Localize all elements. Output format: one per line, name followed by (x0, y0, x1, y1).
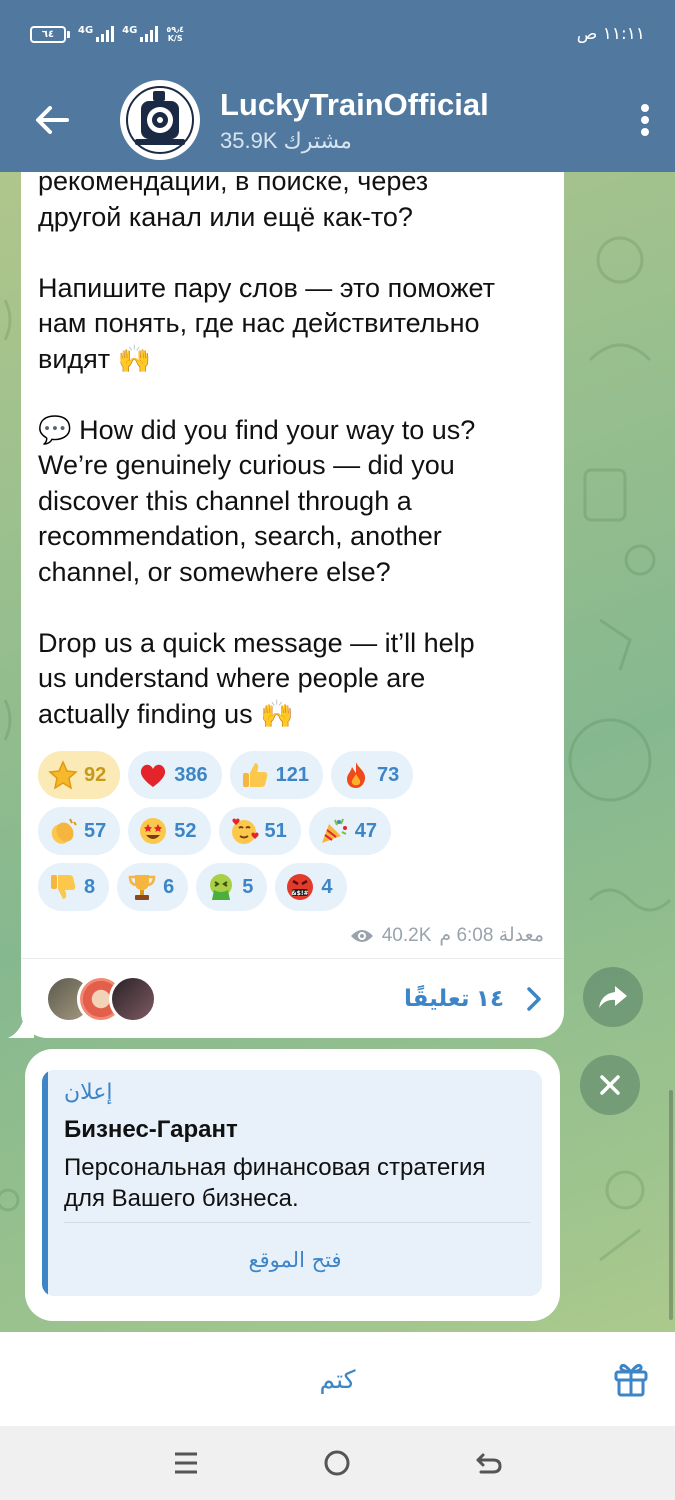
more-vertical-icon (641, 104, 649, 136)
reaction-count: 8 (84, 875, 96, 898)
reaction-cursing[interactable]: &$!# 4 (275, 863, 347, 911)
home-button[interactable] (317, 1443, 357, 1483)
reaction-count: 52 (174, 819, 197, 842)
comments-button[interactable]: ١٤ تعليقًا (21, 959, 564, 1038)
channel-bottom-bar: كتم (0, 1332, 675, 1426)
signal-1-icon: 4G (78, 25, 115, 42)
ad-description: Персональная финансовая стратегия для Ва… (64, 1154, 486, 1212)
speed-unit: K/S (167, 34, 183, 43)
post-time: معدلة 6:08 م (439, 925, 544, 946)
reaction-star[interactable]: 92 (38, 751, 121, 799)
battery-level: ٦٤ (30, 25, 66, 43)
clock: ١١:١١ ص (576, 24, 645, 44)
reaction-count: 6 (163, 875, 175, 898)
channel-avatar[interactable] (120, 80, 200, 160)
comments-count-label: ١٤ تعليقًا (403, 985, 504, 1011)
avatar (109, 974, 157, 1023)
thumbs-down-emoji-icon (48, 872, 78, 902)
gift-icon[interactable] (611, 1358, 651, 1398)
arrow-left-icon (36, 106, 69, 134)
subscriber-count: 35.9K مشترك (220, 128, 352, 153)
recent-apps-button[interactable] (166, 1443, 206, 1483)
channel-post[interactable]: рекомендации, в поиске, через другой кан… (21, 172, 564, 1038)
clapping-hands-emoji-icon (48, 816, 78, 846)
fire-emoji-icon (341, 760, 371, 790)
chat-header: LuckyTrainOfficial 35.9K مشترك (0, 68, 675, 172)
reaction-count: 4 (321, 875, 333, 898)
reaction-party[interactable]: 47 (308, 807, 391, 855)
mute-button[interactable]: كتم (319, 1365, 355, 1394)
reaction-vomit[interactable]: 5 (196, 863, 268, 911)
back-button[interactable] (0, 68, 104, 172)
status-bar: ٦٤ 4G 4G ٥٩٫٤ K/S ١١:١١ ص (0, 0, 675, 68)
open-site-button[interactable]: فتح الموقع (48, 1223, 542, 1296)
reaction-count: 73 (377, 763, 400, 786)
share-arrow-icon (599, 986, 627, 1008)
red-heart-emoji-icon (138, 760, 168, 790)
reaction-count: 51 (264, 819, 287, 842)
channel-info[interactable]: LuckyTrainOfficial 35.9K مشترك (220, 86, 615, 154)
svg-text:&$!#: &$!# (292, 890, 309, 897)
battery-icon: ٦٤ (30, 25, 70, 43)
close-icon (600, 1075, 620, 1095)
reactions: 92 386 121 73 57 52 51 47 8 6 5 &$!# 4 (38, 751, 553, 919)
reaction-star-struck[interactable]: 52 (128, 807, 211, 855)
menu-lines-icon (174, 1452, 197, 1474)
post-meta: 40.2K معدلة 6:08 م (350, 924, 544, 947)
reaction-count: 57 (84, 819, 107, 842)
network-type-1: 4G (78, 25, 94, 36)
commenter-avatars (45, 974, 165, 1023)
speed-value: ٥٩٫٤ (166, 25, 184, 34)
close-ad-button[interactable] (580, 1055, 640, 1115)
reaction-heart[interactable]: 386 (128, 751, 222, 799)
reaction-fire[interactable]: 73 (331, 751, 414, 799)
reaction-thumbs-down[interactable]: 8 (38, 863, 110, 911)
trophy-emoji-icon (127, 872, 157, 902)
ad-card[interactable]: إعلان Бизнес-Гарант Персональная финансо… (42, 1070, 542, 1296)
smiling-face-with-hearts-emoji-icon (229, 816, 259, 846)
thumbs-up-emoji-icon (240, 760, 270, 790)
reaction-row: 57 52 51 47 (38, 807, 553, 855)
channel-name: LuckyTrainOfficial (220, 87, 489, 122)
reaction-row: 92 386 121 73 (38, 751, 553, 799)
back-curve-icon (476, 1453, 502, 1474)
reaction-clap[interactable]: 57 (38, 807, 121, 855)
chevron-right-icon (504, 986, 564, 1011)
sponsored-message[interactable]: إعلان Бизнес-Гарант Персональная финансо… (25, 1049, 560, 1321)
signal-2-icon: 4G (122, 25, 159, 42)
star-emoji-icon (48, 760, 78, 790)
system-navigation-bar (0, 1426, 675, 1500)
post-text: рекомендации, в поиске, через другой кан… (38, 172, 496, 729)
status-icons: ٦٤ 4G 4G ٥٩٫٤ K/S (30, 25, 184, 43)
reaction-hearts-face[interactable]: 51 (218, 807, 301, 855)
network-speed: ٥٩٫٤ K/S (166, 25, 184, 43)
more-options-button[interactable] (615, 68, 675, 172)
reaction-trophy[interactable]: 6 (117, 863, 189, 911)
reaction-count: 47 (354, 819, 377, 842)
reaction-count: 92 (84, 763, 107, 786)
ad-label: إعلان (64, 1080, 113, 1105)
reaction-thumbs-up[interactable]: 121 (229, 751, 323, 799)
share-button[interactable] (583, 967, 643, 1027)
reaction-row: 8 6 5 &$!# 4 (38, 863, 553, 911)
train-logo-icon (126, 86, 194, 154)
reaction-count: 121 (275, 763, 309, 786)
cursing-face-emoji-icon: &$!# (285, 872, 315, 902)
network-type-2: 4G (122, 25, 138, 36)
view-count: 40.2K (381, 924, 432, 946)
reaction-count: 5 (242, 875, 254, 898)
ad-title: Бизнес-Гарант (64, 1116, 238, 1143)
star-struck-emoji-icon (138, 816, 168, 846)
reaction-count: 386 (174, 763, 208, 786)
scrollbar[interactable] (669, 1090, 673, 1320)
system-back-button[interactable] (469, 1443, 509, 1483)
circle-home-icon (324, 1450, 350, 1476)
party-popper-emoji-icon (319, 816, 349, 846)
vomiting-face-emoji-icon (206, 872, 236, 902)
eye-icon (350, 929, 373, 942)
